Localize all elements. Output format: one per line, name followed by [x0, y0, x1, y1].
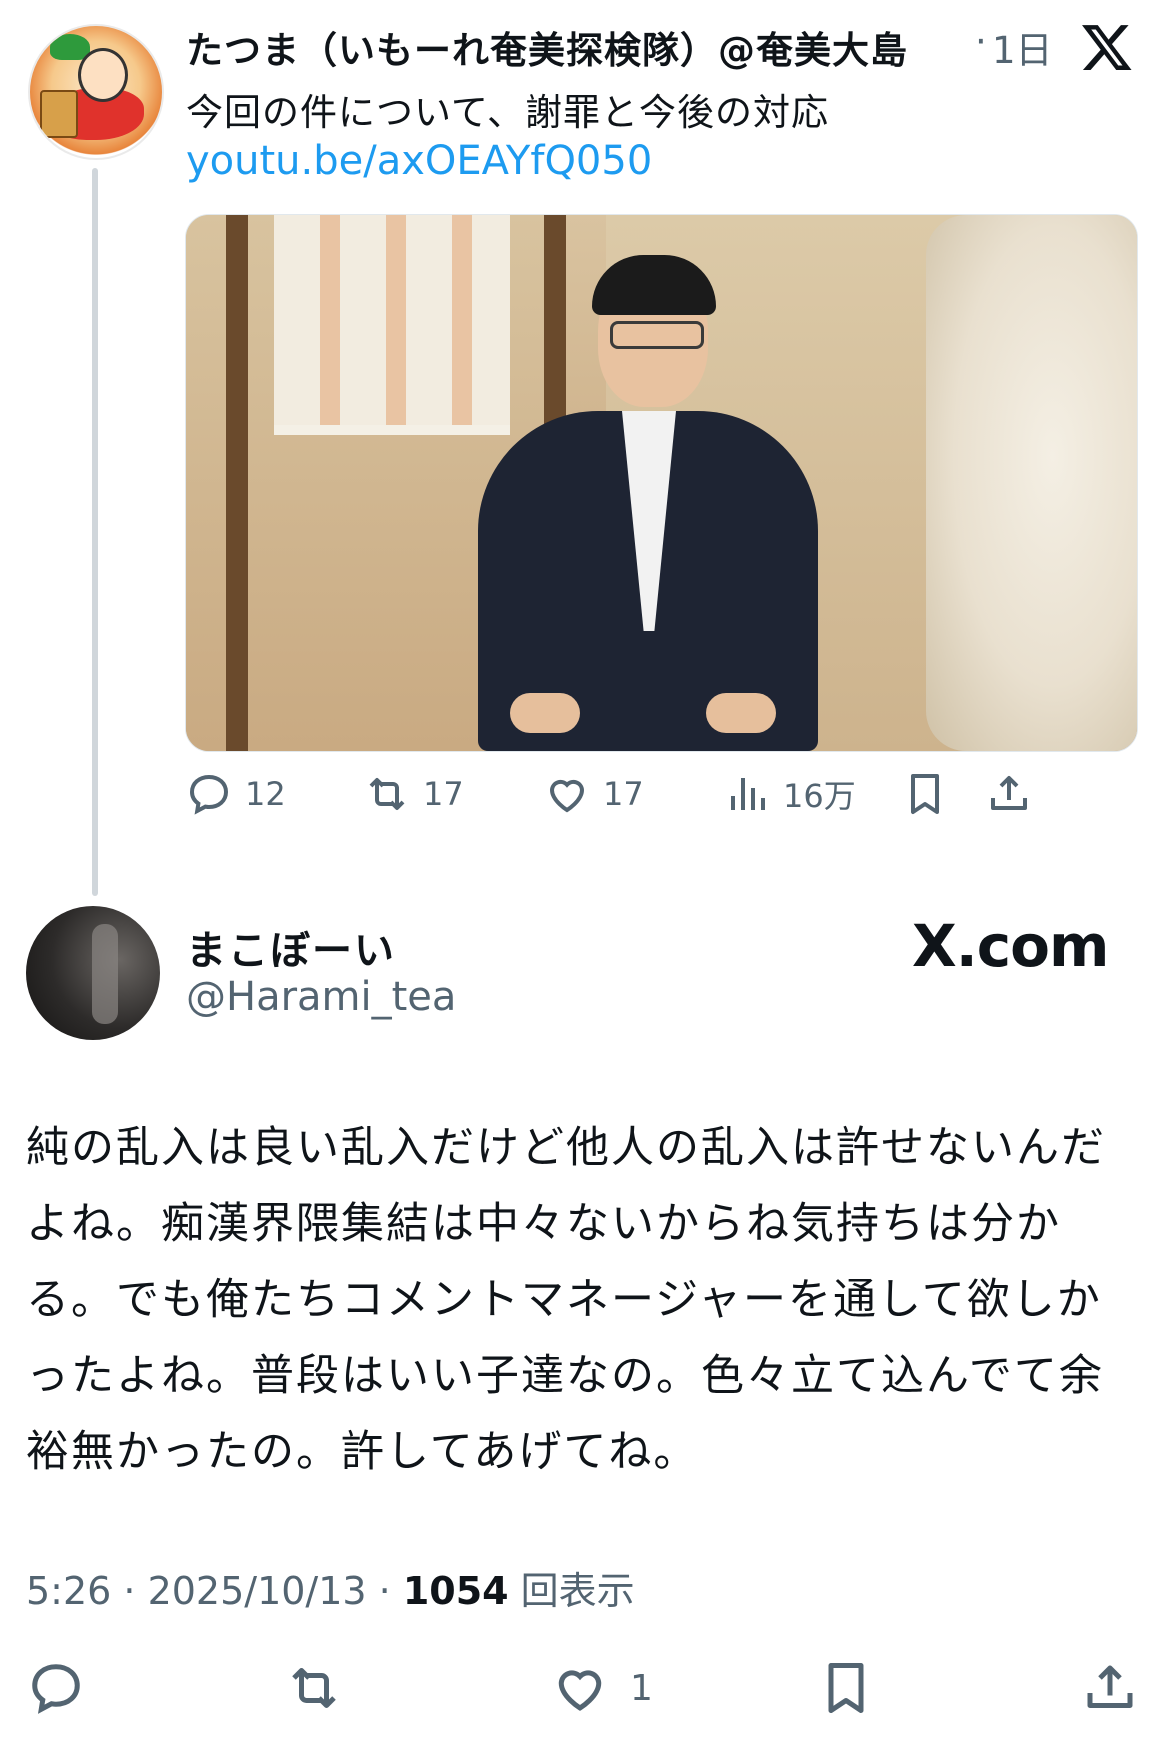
- like-button[interactable]: 17: [543, 770, 644, 818]
- tweet-link[interactable]: youtu.be/axOEAYfQ050: [186, 138, 652, 184]
- reply-like-button[interactable]: 1: [550, 1658, 653, 1718]
- media-person-hand-left: [510, 693, 580, 733]
- share-icon: [991, 776, 1027, 810]
- avatar-face: [78, 48, 128, 102]
- reply-author-name[interactable]: まこぼーい: [186, 918, 396, 976]
- reply-count: 12: [245, 775, 286, 813]
- retweet-count: 17: [423, 775, 464, 813]
- thread-line: [92, 168, 98, 896]
- tweet-separator: ·: [975, 20, 987, 63]
- reply-actions: 1: [26, 1658, 1146, 1728]
- media-person-hand-right: [706, 693, 776, 733]
- x-logo-icon[interactable]: [1080, 20, 1134, 74]
- share-icon: [1087, 1665, 1133, 1708]
- media-futon: [926, 215, 1137, 751]
- avatar-figure: [92, 924, 118, 1024]
- views-icon: [731, 778, 765, 810]
- retweet-button[interactable]: 17: [363, 770, 464, 818]
- reply-reply-button[interactable]: [26, 1658, 86, 1718]
- xcom-label: X.com: [912, 912, 1109, 980]
- media-towel: [274, 215, 510, 435]
- reply-button[interactable]: 12: [185, 770, 286, 818]
- bookmark-button[interactable]: [901, 770, 949, 818]
- media-frame-left: [226, 215, 248, 751]
- reply-meta: 5:26 · 2025/10/13 · 1054 回表示: [26, 1560, 635, 1615]
- reply-views-count: 1054: [402, 1569, 509, 1613]
- reply-author-handle[interactable]: @Harami_tea: [186, 974, 456, 1020]
- reply-timestamp[interactable]: 5:26 · 2025/10/13 ·: [26, 1569, 403, 1613]
- bookmark-icon: [828, 1663, 864, 1713]
- reply-bookmark-button[interactable]: [816, 1658, 876, 1718]
- heart-icon: [549, 779, 585, 813]
- tweet-text: 今回の件について、謝罪と今後の対応: [186, 91, 830, 134]
- tweet-actions: 12 17 17 16万: [185, 770, 1136, 830]
- reply-author-avatar[interactable]: [26, 906, 160, 1040]
- retweet-icon: [292, 1668, 336, 1708]
- like-count: 17: [603, 775, 644, 813]
- bookmark-icon: [911, 774, 939, 814]
- reply-icon: [32, 1664, 80, 1714]
- reply-retweet-button[interactable]: [284, 1658, 344, 1718]
- reply-share-button[interactable]: [1080, 1658, 1140, 1718]
- reply-views-label: 回表示: [508, 1569, 635, 1613]
- video-thumbnail[interactable]: [185, 214, 1138, 752]
- avatar-sign: [40, 90, 78, 138]
- retweet-icon: [369, 778, 405, 810]
- share-button[interactable]: [985, 770, 1033, 818]
- tweet-time[interactable]: 1日: [992, 20, 1053, 74]
- author-avatar[interactable]: [28, 24, 164, 160]
- media-person-glasses: [610, 321, 704, 349]
- views-count: 16万: [783, 777, 856, 815]
- reply-text: 純の乱入は良い乱入だけど他人の乱入は許せないんだよね。痴漢界隈集結は中々ないから…: [26, 1123, 1106, 1477]
- reply-like-count: 1: [630, 1667, 653, 1709]
- tweet-author-name[interactable]: たつま（いもーれ奄美探検隊）@奄美大島: [186, 20, 908, 74]
- views-button[interactable]: 16万: [723, 770, 856, 818]
- reply-icon: [189, 774, 229, 815]
- heart-icon: [558, 1670, 602, 1711]
